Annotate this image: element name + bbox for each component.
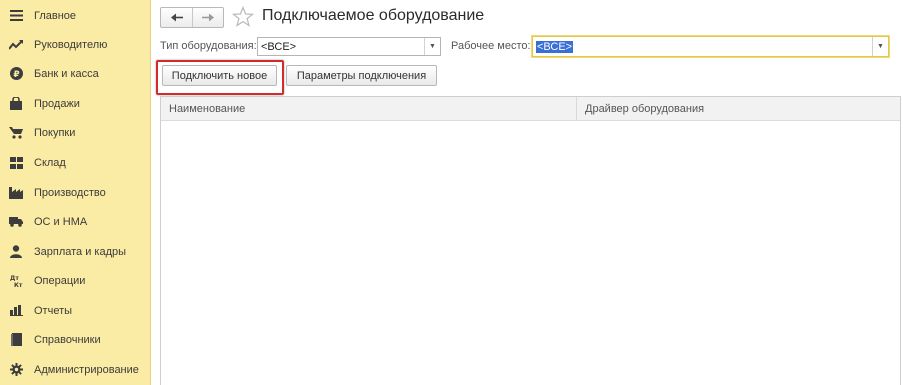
sidebar-item-bank[interactable]: ₽ Банк и касса [0,59,150,88]
trend-icon [9,38,23,52]
sidebar-item-label: Зарплата и кадры [34,245,127,258]
person-icon [9,245,23,259]
sidebar-item-label: Банк и касса [34,67,99,80]
sidebar: Главное Руководителю ₽ Банк и касса Прод… [0,0,151,385]
workplace-value: <ВСЕ> [536,40,574,53]
sidebar-item-main[interactable]: Главное [0,1,150,30]
sidebar-item-production[interactable]: Производство [0,178,150,207]
sidebar-item-label: Склад [34,156,66,169]
sidebar-item-label: Операции [34,274,86,287]
arrow-left-icon [170,13,183,22]
book-icon [9,333,23,347]
sidebar-item-label: Справочники [34,333,101,346]
arrow-right-icon [202,13,214,22]
back-button[interactable] [161,8,192,27]
svg-text:Кт: Кт [14,282,23,287]
equipment-type-select[interactable]: <ВСЕ> ▼ [257,37,441,56]
bar-chart-icon [9,304,23,318]
sidebar-item-admin[interactable]: Администрирование [0,355,150,384]
sidebar-item-operations[interactable]: Дт Кт Операции [0,266,150,295]
page-title: Подключаемое оборудование [262,7,485,24]
sidebar-item-references[interactable]: Справочники [0,325,150,354]
truck-icon [9,215,23,229]
sidebar-item-warehouse[interactable]: Склад [0,148,150,177]
warehouse-icon [9,156,23,170]
favorite-star-icon[interactable] [232,6,254,28]
svg-text:Дт: Дт [10,275,19,282]
workplace-label: Рабочее место: [451,40,531,52]
table-header: Наименование Драйвер оборудования [161,97,900,121]
connection-parameters-button[interactable]: Параметры подключения [286,65,437,86]
sidebar-item-salary[interactable]: Зарплата и кадры [0,237,150,266]
gear-icon [9,363,23,377]
sidebar-item-assets[interactable]: ОС и НМА [0,207,150,236]
sidebar-item-purchases[interactable]: Покупки [0,118,150,147]
workplace-select[interactable]: <ВСЕ> ▼ [532,36,889,57]
svg-text:₽: ₽ [13,70,19,80]
chevron-down-icon[interactable]: ▼ [872,37,888,56]
sidebar-item-label: Администрирование [34,363,139,376]
cart-icon [9,126,23,140]
debit-credit-icon: Дт Кт [9,274,23,288]
history-navigation [160,7,224,28]
sidebar-item-label: Производство [34,186,106,199]
sidebar-item-label: Главное [34,9,77,22]
sidebar-item-label: Покупки [34,126,76,139]
sidebar-item-director[interactable]: Руководителю [0,30,150,59]
sidebar-item-reports[interactable]: Отчеты [0,296,150,325]
bag-icon [9,97,23,111]
chevron-down-icon[interactable]: ▼ [424,38,440,55]
coin-icon: ₽ [9,67,23,81]
connect-new-button[interactable]: Подключить новое [162,65,277,86]
sidebar-item-label: Руководителю [34,38,108,51]
equipment-type-label: Тип оборудования: [160,40,257,52]
equipment-table[interactable]: Наименование Драйвер оборудования [160,96,901,385]
sidebar-item-sales[interactable]: Продажи [0,89,150,118]
sidebar-item-label: Отчеты [34,304,73,317]
menu-icon [9,9,23,23]
forward-button[interactable] [192,8,223,27]
sidebar-item-label: ОС и НМА [34,215,88,228]
column-header-driver[interactable]: Драйвер оборудования [577,97,900,120]
equipment-type-value: <ВСЕ> [261,40,297,53]
factory-icon [9,186,23,200]
sidebar-item-label: Продажи [34,97,80,110]
column-header-name[interactable]: Наименование [161,97,577,120]
